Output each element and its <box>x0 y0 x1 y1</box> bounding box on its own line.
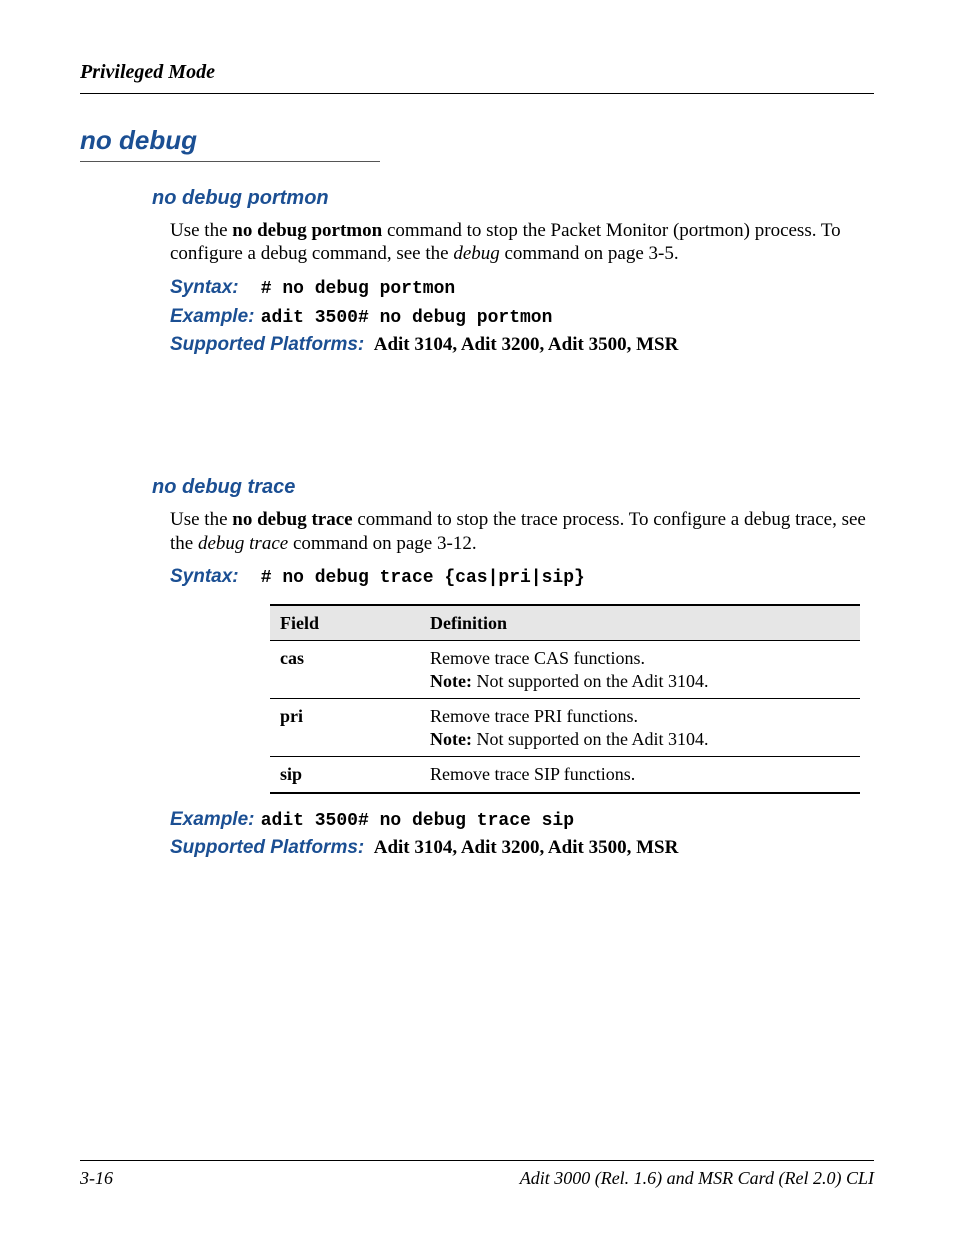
example-value: adit 3500# no debug portmon <box>261 308 553 328</box>
text: Use the <box>170 220 232 241</box>
syntax-label: Syntax: <box>170 565 256 589</box>
table-header-row: Field Definition <box>270 605 860 641</box>
cell-field: cas <box>270 641 420 699</box>
bold-cmd: no debug trace <box>232 509 352 530</box>
example-value: adit 3500# no debug trace sip <box>261 811 574 831</box>
trace-fields-table: Field Definition cas Remove trace CAS fu… <box>270 604 860 794</box>
def-text: Remove trace CAS functions. <box>430 648 645 668</box>
section-trace: no debug trace Use the no debug trace co… <box>152 475 874 860</box>
note-label: Note: <box>430 729 472 749</box>
text: command on page 3-5. <box>500 243 679 264</box>
portmon-body: Use the no debug portmon command to stop… <box>170 219 874 357</box>
platforms-value: Adit 3104, Adit 3200, Adit 3500, MSR <box>374 334 679 355</box>
note-text: Not supported on the Adit 3104. <box>472 729 709 749</box>
platforms-label: Supported Platforms: <box>170 333 364 357</box>
table-row: sip Remove trace SIP functions. <box>270 757 860 793</box>
syntax-label: Syntax: <box>170 276 256 300</box>
cell-definition: Remove trace SIP functions. <box>420 757 860 793</box>
portmon-paragraph: Use the no debug portmon command to stop… <box>170 219 874 267</box>
cell-field: pri <box>270 699 420 757</box>
bold-cmd: no debug portmon <box>232 220 382 241</box>
example-label: Example: <box>170 305 256 329</box>
text: command on page 3-12. <box>288 533 476 554</box>
table-row: cas Remove trace CAS functions. Note: No… <box>270 641 860 699</box>
platforms-row: Supported Platforms: Adit 3104, Adit 320… <box>170 836 874 860</box>
example-row: Example: adit 3500# no debug portmon <box>170 305 874 330</box>
syntax-row: Syntax: # no debug portmon <box>170 276 874 301</box>
section-portmon: no debug portmon Use the no debug portmo… <box>152 186 874 357</box>
platforms-row: Supported Platforms: Adit 3104, Adit 320… <box>170 333 874 357</box>
table-row: pri Remove trace PRI functions. Note: No… <box>270 699 860 757</box>
def-text: Remove trace PRI functions. <box>430 706 638 726</box>
example-label: Example: <box>170 808 256 832</box>
running-head: Privileged Mode <box>80 60 874 85</box>
text: Use the <box>170 509 232 530</box>
heading-no-debug: no debug <box>80 124 380 162</box>
footer-rule <box>80 1160 874 1161</box>
syntax-value: # no debug portmon <box>261 279 455 299</box>
platforms-label: Supported Platforms: <box>170 836 364 860</box>
italic-ref: debug trace <box>198 533 288 554</box>
top-rule <box>80 93 874 94</box>
heading-portmon: no debug portmon <box>152 186 874 211</box>
th-definition: Definition <box>420 605 860 641</box>
page-number: 3-16 <box>80 1167 113 1190</box>
example-row: Example: adit 3500# no debug trace sip <box>170 808 874 833</box>
heading-trace: no debug trace <box>152 475 874 500</box>
footer-row: 3-16 Adit 3000 (Rel. 1.6) and MSR Card (… <box>80 1167 874 1190</box>
page: Privileged Mode no debug no debug portmo… <box>0 0 954 1235</box>
syntax-row: Syntax: # no debug trace {cas|pri|sip} <box>170 565 874 590</box>
def-text: Remove trace SIP functions. <box>430 764 635 784</box>
footer-title: Adit 3000 (Rel. 1.6) and MSR Card (Rel 2… <box>520 1167 874 1190</box>
footer: 3-16 Adit 3000 (Rel. 1.6) and MSR Card (… <box>80 1160 874 1190</box>
th-field: Field <box>270 605 420 641</box>
trace-body: Use the no debug trace command to stop t… <box>170 508 874 860</box>
cell-definition: Remove trace CAS functions. Note: Not su… <box>420 641 860 699</box>
note-text: Not supported on the Adit 3104. <box>472 671 709 691</box>
italic-ref: debug <box>453 243 499 264</box>
platforms-value: Adit 3104, Adit 3200, Adit 3500, MSR <box>374 837 679 858</box>
h1-wrap: no debug <box>80 124 874 162</box>
cell-field: sip <box>270 757 420 793</box>
note-label: Note: <box>430 671 472 691</box>
spacer <box>80 361 874 451</box>
syntax-value: # no debug trace {cas|pri|sip} <box>261 568 585 588</box>
trace-paragraph: Use the no debug trace command to stop t… <box>170 508 874 556</box>
cell-definition: Remove trace PRI functions. Note: Not su… <box>420 699 860 757</box>
